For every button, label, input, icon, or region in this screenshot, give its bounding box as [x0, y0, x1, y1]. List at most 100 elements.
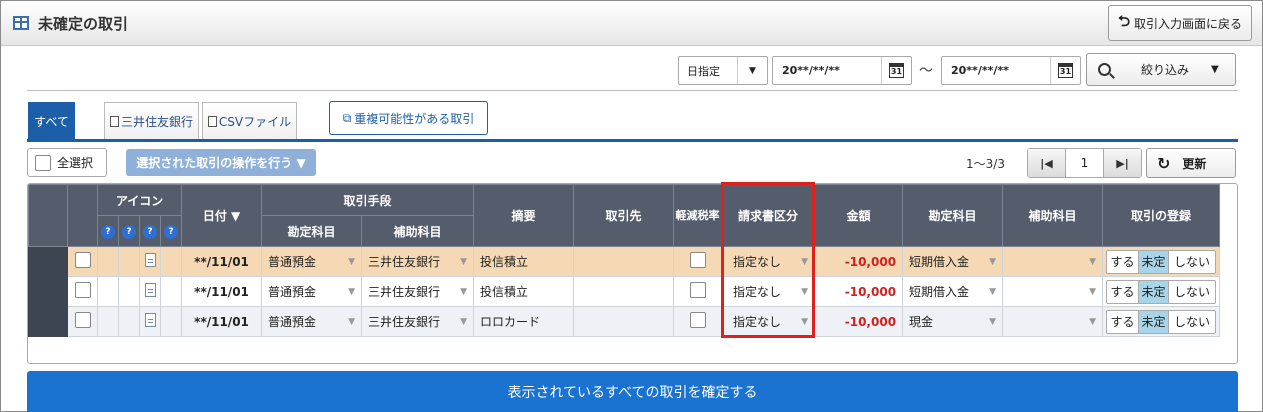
amount-cell[interactable]: -10,000	[814, 306, 904, 337]
filter-button-label: 絞り込み	[1141, 63, 1190, 77]
table-row[interactable]: **/11/01 普通預金 ▼ 三井住友銀行 ▼ ロロカード 指定なし ▼ -10,000 現金 ▼…	[28, 306, 1221, 337]
date-to-field[interactable]: 20**/**/** 31	[941, 56, 1081, 85]
document-icon[interactable]	[144, 313, 156, 327]
partner-cell[interactable]	[573, 306, 675, 337]
help-icon[interactable]: ?	[118, 215, 140, 247]
date-from-field[interactable]: 20**/**/** 31	[772, 56, 912, 85]
checkbox[interactable]	[689, 252, 706, 268]
checkbox[interactable]	[689, 312, 706, 328]
means-sub-header: 補助科目	[361, 215, 475, 247]
means-sub-select[interactable]: 三井住友銀行 ▼	[361, 276, 475, 307]
chevron-down-icon: ▼	[737, 57, 767, 84]
date-cell: **/11/01	[181, 246, 263, 277]
icon-cell	[118, 306, 140, 337]
icon-cell	[159, 276, 183, 307]
select-all-checkbox[interactable]: 全選択	[27, 148, 107, 177]
register-yes[interactable]: する	[1107, 280, 1140, 303]
chevron-down-icon: ▼	[1211, 64, 1219, 75]
register-no[interactable]: しない	[1169, 280, 1216, 303]
partner-cell[interactable]	[573, 276, 675, 307]
row-select-cell[interactable]	[67, 306, 98, 337]
sub-account-select[interactable]: ▼	[1002, 276, 1104, 307]
back-to-entry-button[interactable]: ⮌ 取引入力画面に戻る	[1108, 5, 1252, 41]
means-account-select[interactable]: 普通預金 ▼	[261, 246, 363, 277]
page-header: 未確定の取引	[1, 1, 1262, 46]
reduced-tax-header: 軽減税率	[673, 184, 723, 247]
reduced-tax-cell[interactable]	[673, 246, 723, 277]
first-page-icon[interactable]: |◀	[1028, 149, 1065, 177]
calendar-icon[interactable]: 31	[881, 57, 911, 84]
icon-header: アイコン	[96, 184, 183, 216]
reduced-tax-cell[interactable]	[673, 276, 723, 307]
date-from-value: 20**/**/**	[782, 64, 840, 77]
copy-icon: ⧉	[342, 110, 352, 125]
partner-cell[interactable]	[573, 246, 675, 277]
means-account-select[interactable]: 普通預金 ▼	[261, 276, 363, 307]
icon-cell	[139, 276, 161, 307]
summary-cell[interactable]: 投信積立	[473, 276, 575, 307]
sub-account-select[interactable]: ▼	[1002, 306, 1104, 337]
account-select[interactable]: 短期借入金 ▼	[902, 276, 1004, 307]
help-icon[interactable]: ?	[159, 215, 183, 247]
return-arrow-icon: ⮌	[1117, 11, 1130, 30]
account-select[interactable]: 短期借入金 ▼	[902, 246, 1004, 277]
confirm-all-button[interactable]: 表示されているすべての取引を確定する	[27, 371, 1238, 412]
date-header[interactable]: 日付 ▼	[181, 184, 263, 247]
period-select[interactable]: 日指定 ▼	[678, 56, 768, 85]
account-header: 勘定科目	[902, 184, 1004, 247]
register-pending[interactable]: 未定	[1139, 250, 1170, 273]
page-number[interactable]: 1	[1065, 149, 1104, 177]
checkbox[interactable]	[689, 282, 706, 298]
amount-cell[interactable]: -10,000	[814, 246, 904, 277]
register-cell: する 未定 しない	[1102, 246, 1221, 277]
checkbox	[35, 154, 51, 171]
register-no[interactable]: しない	[1169, 250, 1216, 273]
row-select-cell[interactable]	[67, 276, 98, 307]
row-select-cell[interactable]	[67, 246, 98, 277]
last-page-icon[interactable]: ▶|	[1104, 149, 1141, 177]
chevron-down-icon: ▼	[989, 286, 997, 297]
chevron-down-icon: ▼	[1089, 316, 1097, 327]
account-select[interactable]: 現金 ▼	[902, 306, 1004, 337]
date-to-value: 20**/**/**	[951, 64, 1009, 77]
bulk-action-button[interactable]: 選択された取引の操作を行う ▼	[126, 149, 316, 176]
register-toggle[interactable]: する 未定 しない	[1106, 249, 1217, 274]
register-no[interactable]: しない	[1169, 310, 1216, 333]
calendar-icon[interactable]: 31	[1050, 57, 1080, 84]
date-cell: **/11/01	[181, 276, 263, 307]
register-toggle[interactable]: する 未定 しない	[1106, 279, 1217, 304]
register-yes[interactable]: する	[1107, 310, 1140, 333]
divider	[27, 90, 1238, 91]
checkbox[interactable]	[74, 282, 91, 298]
document-icon[interactable]	[144, 283, 156, 297]
tab-csv[interactable]: CSVファイル	[202, 102, 297, 140]
chevron-down-icon: ▼	[348, 256, 356, 267]
reduced-tax-cell[interactable]	[673, 306, 723, 337]
table-row[interactable]: **/11/01 普通預金 ▼ 三井住友銀行 ▼ 投信積立 指定なし ▼ -10,000 短期借入…	[28, 276, 1221, 307]
ledger-icon	[13, 16, 29, 30]
means-sub-select[interactable]: 三井住友銀行 ▼	[361, 306, 475, 337]
checkbox[interactable]	[74, 312, 91, 328]
register-toggle[interactable]: する 未定 しない	[1106, 309, 1217, 334]
means-account-select[interactable]: 普通預金 ▼	[261, 306, 363, 337]
tab-all[interactable]: すべて	[28, 102, 75, 140]
register-pending[interactable]: 未定	[1139, 280, 1170, 303]
document-icon[interactable]	[144, 253, 156, 267]
register-yes[interactable]: する	[1107, 250, 1140, 273]
help-icon[interactable]: ?	[139, 215, 161, 247]
table-row[interactable]: **/11/01 普通預金 ▼ 三井住友銀行 ▼ 投信積立 指定なし ▼ -10,000 短期借入…	[28, 246, 1221, 277]
refresh-button[interactable]: ↻ 更新	[1146, 148, 1236, 178]
tab-bank[interactable]: 三井住友銀行	[104, 102, 199, 140]
duplicate-transactions-button[interactable]: ⧉ 重複可能性がある取引	[329, 101, 488, 135]
summary-cell[interactable]: ロロカード	[473, 306, 575, 337]
search-icon	[1098, 63, 1111, 76]
means-sub-select[interactable]: 三井住友銀行 ▼	[361, 246, 475, 277]
summary-cell[interactable]: 投信積立	[473, 246, 575, 277]
filter-button[interactable]: 絞り込み ▼	[1086, 53, 1236, 86]
help-icon[interactable]: ?	[97, 215, 119, 247]
date-separator: 〜	[919, 63, 933, 79]
register-pending[interactable]: 未定	[1139, 310, 1170, 333]
checkbox[interactable]	[74, 252, 91, 268]
sub-account-select[interactable]: ▼	[1002, 246, 1104, 277]
amount-cell[interactable]: -10,000	[814, 276, 904, 307]
